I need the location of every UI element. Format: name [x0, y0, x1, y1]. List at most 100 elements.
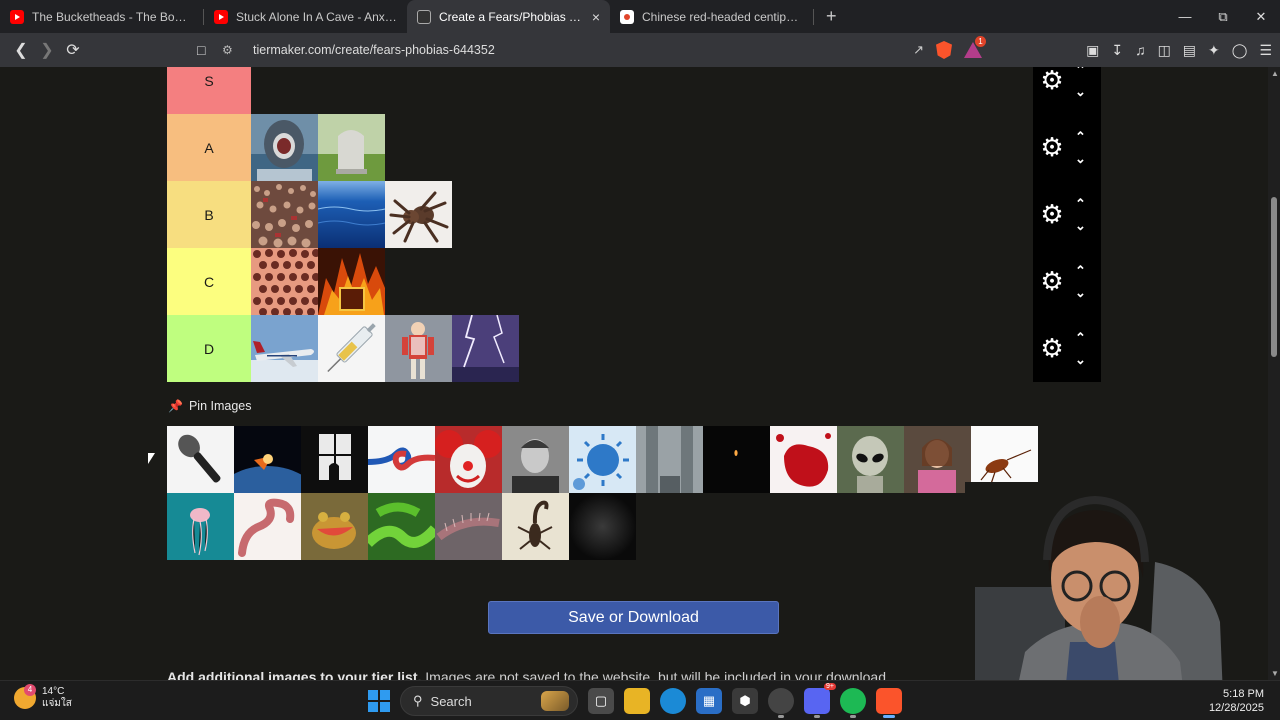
close-tab-icon[interactable]: × — [592, 9, 600, 25]
share-icon[interactable]: ↗ — [913, 42, 924, 58]
scroll-up-icon[interactable]: ▲ — [1271, 69, 1279, 78]
chevron-down-icon[interactable]: ⌄ — [1075, 285, 1086, 301]
jellyfish-image[interactable] — [167, 493, 234, 560]
app-circle-icon[interactable] — [768, 688, 794, 718]
media-icon[interactable]: ♫ — [1135, 42, 1146, 58]
microphone-image[interactable] — [167, 426, 234, 493]
scared-girl-image[interactable] — [904, 426, 971, 493]
chevron-down-icon[interactable]: ⌄ — [1075, 218, 1086, 234]
back-icon[interactable]: ❮ — [8, 37, 34, 63]
edge-icon[interactable] — [660, 688, 686, 714]
url-text[interactable]: tiermaker.com/create/fears-phobias-64435… — [253, 43, 495, 57]
reload-icon[interactable]: ⟳ — [60, 37, 86, 63]
tier-label[interactable]: D — [167, 315, 251, 382]
gear-icon[interactable]: ⚙ — [1035, 333, 1069, 364]
brave-shields-icon[interactable] — [936, 41, 952, 59]
frog-image[interactable] — [301, 493, 368, 560]
centipede-image[interactable] — [435, 493, 502, 560]
gear-icon[interactable]: ⚙ — [1035, 132, 1069, 163]
save-download-button[interactable]: Save or Download — [488, 601, 779, 634]
address-bar[interactable]: ⚙ tiermaker.com/create/fears-phobias-644… — [222, 36, 986, 62]
screenshot-icon[interactable]: ▣ — [1086, 42, 1099, 59]
tier-dropzone[interactable] — [251, 248, 1033, 315]
fire-image[interactable] — [318, 248, 385, 315]
chevron-down-icon[interactable]: ⌄ — [1075, 84, 1086, 100]
tab-centipede[interactable]: Chinese red-headed centipede - Brav — [610, 0, 813, 33]
system-clock[interactable]: 5:18 PM 12/28/2025 — [1209, 687, 1264, 715]
syringe-image[interactable] — [318, 315, 385, 382]
crowd-image[interactable] — [251, 181, 318, 248]
spotify-icon[interactable] — [840, 688, 866, 718]
tier-dropzone[interactable] — [251, 315, 1033, 382]
candle-dark-image[interactable] — [703, 426, 770, 493]
bookmark-icon[interactable]: □ — [197, 42, 205, 58]
site-settings-icon[interactable]: ⚙ — [222, 43, 240, 57]
lightning-image[interactable] — [452, 315, 519, 382]
clown-image[interactable] — [435, 426, 502, 493]
tier-dropzone[interactable] — [251, 114, 1033, 181]
tab-bucketheads[interactable]: The Bucketheads - The Bomb [These — [0, 0, 203, 33]
chevron-down-icon[interactable]: ⌄ — [1075, 352, 1086, 368]
blood-image[interactable] — [770, 426, 837, 493]
discord-icon[interactable]: 9+ — [804, 683, 836, 718]
height-view-image[interactable] — [636, 426, 703, 493]
tier-label[interactable]: C — [167, 248, 251, 315]
shark-image[interactable] — [251, 114, 318, 181]
download-icon[interactable]: ↧ — [1111, 42, 1123, 59]
weather-widget[interactable]: 4 14°C แจ่มใส — [14, 684, 72, 710]
start-windows-icon[interactable] — [368, 690, 390, 712]
chevron-up-icon[interactable]: ⌃ — [1075, 67, 1086, 78]
task-view-icon[interactable]: ▢ — [588, 688, 614, 714]
pin-images-toggle[interactable]: 📌 Pin Images — [168, 399, 251, 413]
minimize-icon[interactable]: — — [1166, 0, 1204, 33]
puppet-clown-image[interactable] — [385, 315, 452, 382]
dark-window-image[interactable] — [301, 426, 368, 493]
deep-ocean-image[interactable] — [318, 181, 385, 248]
wallet-icon[interactable]: ▤ — [1183, 42, 1196, 59]
close-window-icon[interactable]: ✕ — [1242, 0, 1280, 33]
tab-cave[interactable]: Stuck Alone In A Cave - Anxiety Warr — [204, 0, 407, 33]
chevron-up-icon[interactable]: ⌃ — [1075, 330, 1086, 346]
gravestone-image[interactable] — [318, 114, 385, 181]
holes-image[interactable] — [251, 248, 318, 315]
chevron-up-icon[interactable]: ⌃ — [1075, 129, 1086, 145]
tier-label[interactable]: A — [167, 114, 251, 181]
green-snake-image[interactable] — [368, 493, 435, 560]
sidebar-icon[interactable]: ◫ — [1158, 42, 1171, 59]
taskbar-search[interactable]: ⚲ Search — [400, 686, 578, 716]
page-scrollbar[interactable]: ▲ ▼ — [1268, 67, 1280, 680]
scroll-down-icon[interactable]: ▼ — [1271, 669, 1279, 678]
menu-icon[interactable]: ☰ — [1259, 42, 1272, 59]
chevron-up-icon[interactable]: ⌃ — [1075, 263, 1086, 279]
app-cube-icon[interactable]: ⬢ — [732, 688, 758, 714]
tab-tierlist[interactable]: Create a Fears/Phobias Tier List × — [407, 0, 610, 33]
alien-image[interactable] — [837, 426, 904, 493]
new-tab-button[interactable]: + — [814, 6, 849, 27]
asteroid-earth-image[interactable] — [234, 426, 301, 493]
tarantula-image[interactable] — [385, 181, 452, 248]
scorpion-image[interactable] — [502, 493, 569, 560]
forward-icon[interactable]: ❯ — [34, 37, 60, 63]
gear-icon[interactable]: ⚙ — [1035, 67, 1069, 96]
restore-icon[interactable]: ⧉ — [1204, 0, 1242, 33]
chevron-down-icon[interactable]: ⌄ — [1075, 151, 1086, 167]
gear-icon[interactable]: ⚙ — [1035, 266, 1069, 297]
brave-rewards-icon[interactable]: 1 — [964, 36, 986, 58]
tier-dropzone[interactable] — [251, 67, 1033, 114]
vpn-icon[interactable]: ◯ — [1232, 42, 1248, 59]
worm-image[interactable] — [234, 493, 301, 560]
darkness-image[interactable] — [569, 493, 636, 560]
chevron-up-icon[interactable]: ⌃ — [1075, 196, 1086, 212]
virus-image[interactable] — [569, 426, 636, 493]
brave-taskbar-icon[interactable] — [876, 688, 902, 718]
airplane-image[interactable] — [251, 315, 318, 382]
scrollbar-thumb[interactable] — [1271, 197, 1277, 357]
file-explorer-icon[interactable] — [624, 688, 650, 714]
gear-icon[interactable]: ⚙ — [1035, 199, 1069, 230]
tier-label[interactable]: B — [167, 181, 251, 248]
ms-store-icon[interactable]: ▦ — [696, 688, 722, 714]
tier-dropzone[interactable] — [251, 181, 1033, 248]
knot-rope-image[interactable] — [368, 426, 435, 493]
tier-label[interactable]: S — [167, 67, 251, 114]
leo-ai-icon[interactable]: ✦ — [1208, 42, 1220, 59]
